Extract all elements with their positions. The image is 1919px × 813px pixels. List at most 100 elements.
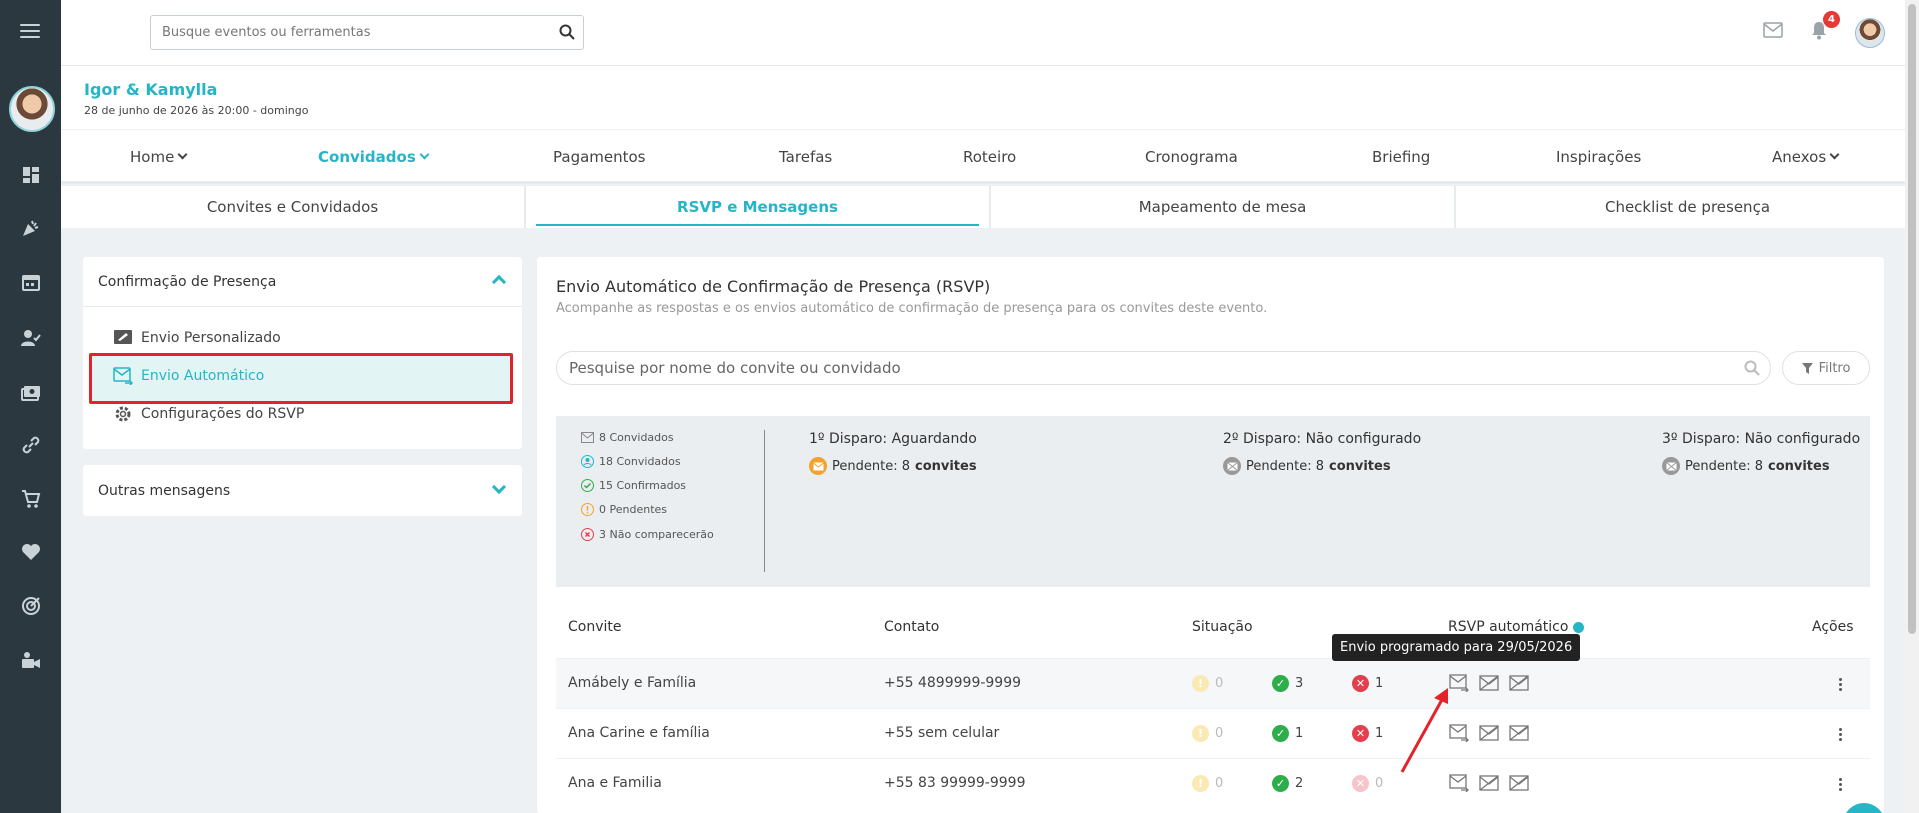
filter-label: Filtro	[1818, 360, 1851, 376]
guest-search[interactable]	[556, 351, 1771, 385]
nav-anexos[interactable]: Anexos	[1772, 148, 1840, 166]
profile-avatar[interactable]	[1855, 18, 1885, 48]
filter-button[interactable]: Filtro	[1782, 351, 1870, 385]
pendentes-count: ! 0	[1192, 725, 1223, 742]
page-scrollbar[interactable]	[1905, 0, 1919, 813]
filter-icon	[1801, 362, 1813, 374]
count: 0	[1215, 676, 1224, 691]
guest-search-input[interactable]	[557, 352, 1717, 384]
menu-icon[interactable]	[20, 24, 40, 40]
heart-icon[interactable]	[19, 540, 43, 564]
stat-text: 3 Não comparecerão	[599, 528, 714, 541]
event-title: Igor & Kamylla	[84, 80, 218, 99]
disparo-1-title: 1º Disparo: Aguardando	[809, 431, 977, 447]
count: 2	[1295, 776, 1304, 791]
tab-convites-convidados[interactable]: Convites e Convidados	[61, 186, 526, 228]
col-convite[interactable]: Convite	[568, 619, 622, 635]
row-actions-button[interactable]	[1826, 770, 1854, 798]
nav-convidados[interactable]: Convidados	[318, 148, 430, 166]
global-search[interactable]	[150, 15, 584, 50]
scrollbar-thumb[interactable]	[1908, 4, 1916, 634]
stats-divider	[764, 430, 765, 572]
money-icon[interactable]	[19, 381, 43, 405]
mail-disabled-icon[interactable]	[1479, 774, 1499, 792]
cart-icon[interactable]	[19, 487, 43, 511]
app-sidebar	[0, 0, 61, 813]
menu-configuracoes-rsvp[interactable]: Configurações do RSVP	[113, 404, 304, 424]
row-actions-button[interactable]	[1826, 670, 1854, 698]
col-contato[interactable]: Contato	[884, 619, 939, 635]
info-icon[interactable]	[1572, 621, 1584, 633]
rsvp-status-icons	[1449, 774, 1529, 792]
scheduled-mail-icon[interactable]	[1449, 774, 1469, 792]
x-icon: ✕	[1352, 775, 1369, 792]
calendar-icon[interactable]	[19, 270, 43, 294]
mail-disabled-icon[interactable]	[1509, 724, 1529, 742]
mail-icon	[581, 432, 594, 443]
messages-icon[interactable]	[1763, 22, 1783, 42]
confirmacao-presenca-header[interactable]: Confirmação de Presença	[83, 257, 522, 307]
mail-disabled-icon[interactable]	[1479, 724, 1499, 742]
nav-inspiracoes[interactable]: Inspirações	[1556, 148, 1641, 166]
mail-disabled-icon[interactable]	[1509, 674, 1529, 692]
nav-pagamentos[interactable]: Pagamentos	[553, 148, 646, 166]
pendentes-count: ! 0	[1192, 775, 1223, 792]
col-situacao[interactable]: Situação	[1192, 619, 1253, 635]
chevron-down-icon[interactable]	[491, 479, 507, 495]
mail-disabled-icon[interactable]	[1509, 774, 1529, 792]
alert-icon: !	[1192, 725, 1209, 742]
nav-label: Convidados	[318, 148, 416, 166]
pending-unit: convites	[1328, 458, 1391, 474]
pending-unit: convites	[1767, 458, 1830, 474]
nav-tarefas[interactable]: Tarefas	[779, 148, 832, 166]
mail-disabled-icon[interactable]	[1479, 674, 1499, 692]
nav-briefing[interactable]: Briefing	[1372, 148, 1430, 166]
user-avatar[interactable]	[9, 86, 55, 132]
rsvp-status-icons	[1449, 674, 1529, 692]
party-icon[interactable]	[19, 216, 43, 240]
tab-checklist-presenca[interactable]: Checklist de presença	[1456, 186, 1919, 228]
alert-icon: !	[1192, 675, 1209, 692]
nav-label: Cronograma	[1145, 148, 1238, 166]
link-icon[interactable]	[19, 433, 43, 457]
event-header: Igor & Kamylla 28 de junho de 2026 às 20…	[61, 66, 1919, 129]
top-bar	[61, 0, 1919, 66]
dashboard-icon[interactable]	[19, 163, 43, 187]
pending-prefix: Pendente: 8	[1685, 458, 1763, 474]
rsvp-menu-card: Confirmação de Presença Envio Personaliz…	[83, 257, 522, 449]
table-row[interactable]: Ana Carine e família +55 sem celular ! 0 …	[556, 708, 1870, 758]
global-search-input[interactable]	[151, 16, 531, 49]
menu-envio-personalizado[interactable]: Envio Personalizado	[113, 329, 281, 347]
table-row[interactable]: Amábely e Família +55 4899999-9999 ! 0 ✓ 3…	[556, 658, 1870, 708]
tab-label: Checklist de presença	[1604, 198, 1771, 216]
nav-cronograma[interactable]: Cronograma	[1145, 148, 1238, 166]
scheduled-send-tooltip: Envio programado para 29/05/2026	[1332, 634, 1581, 661]
section-title: Confirmação de Presença	[98, 273, 277, 290]
search-icon[interactable]	[1744, 360, 1760, 380]
guest-icon[interactable]	[19, 326, 43, 350]
tab-mapeamento-mesa[interactable]: Mapeamento de mesa	[991, 186, 1456, 228]
video-camera-icon[interactable]	[19, 649, 43, 673]
chevron-up-icon[interactable]	[491, 274, 507, 290]
convite-name: Ana Carine e família	[568, 725, 710, 741]
nav-home[interactable]: Home	[130, 148, 188, 166]
contato-phone: +55 83 99999-9999	[884, 775, 1026, 791]
col-rsvp[interactable]: RSVP automático	[1448, 619, 1584, 635]
search-icon[interactable]	[559, 24, 575, 44]
stat-nao-comparecerao: 3 Não comparecerão	[581, 528, 714, 541]
row-actions-button[interactable]	[1826, 720, 1854, 748]
nav-roteiro[interactable]: Roteiro	[963, 148, 1016, 166]
target-icon[interactable]	[19, 594, 43, 618]
table-row[interactable]: Ana e Familia +55 83 99999-9999 ! 0 ✓ 2 ✕ 0	[556, 758, 1870, 808]
stat-text: 0 Pendentes	[599, 503, 668, 516]
event-main-nav: Home Convidados Pagamentos Tarefas Rotei…	[61, 129, 1919, 184]
tab-rsvp-mensagens[interactable]: RSVP e Mensagens	[526, 186, 991, 228]
notification-count-badge: 4	[1823, 11, 1840, 28]
outras-mensagens-card[interactable]: Outras mensagens	[83, 465, 522, 516]
tab-label: Mapeamento de mesa	[1138, 198, 1307, 216]
menu-label: Envio Automático	[141, 368, 265, 384]
alert-icon: !	[1192, 775, 1209, 792]
convite-name: Ana e Familia	[568, 775, 662, 791]
count: 0	[1375, 776, 1384, 791]
menu-envio-automatico[interactable]: Envio Automático	[113, 367, 264, 385]
